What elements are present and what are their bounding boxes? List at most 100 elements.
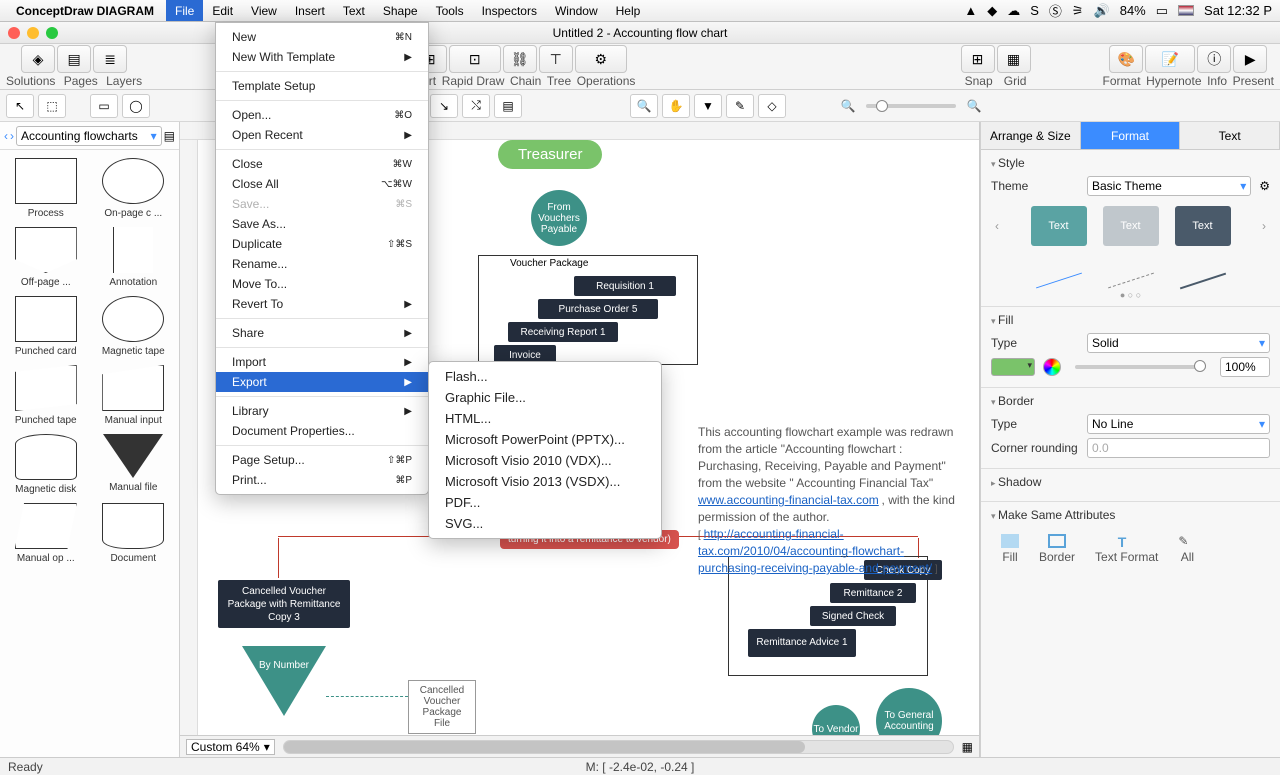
shape-receiving-report[interactable]: Receiving Report 1: [508, 322, 618, 342]
stencil-document[interactable]: Document: [92, 499, 176, 568]
tab-arrange[interactable]: Arrange & Size: [981, 122, 1081, 150]
menuitem-duplicate[interactable]: Duplicate⇧⌘S: [216, 234, 428, 254]
menu-help[interactable]: Help: [607, 0, 650, 21]
shape-remittance-advice[interactable]: Remittance Advice 1: [748, 629, 856, 657]
operations-button[interactable]: ⚙: [575, 45, 627, 73]
menuitem-share[interactable]: Share▶: [216, 323, 428, 343]
menuitem-print-[interactable]: Print...⌘P: [216, 470, 428, 490]
hscrollbar[interactable]: [283, 740, 954, 754]
search-tool[interactable]: 🔍: [630, 94, 658, 118]
library-select[interactable]: Accounting flowcharts▾: [16, 126, 162, 146]
connector-tool[interactable]: ↘: [430, 94, 458, 118]
rect-tool[interactable]: ▭: [90, 94, 118, 118]
menu-inspectors[interactable]: Inspectors: [473, 0, 546, 21]
menu-edit[interactable]: Edit: [203, 0, 242, 21]
shape-requisition[interactable]: Requisition 1: [574, 276, 676, 296]
menuitem-open-[interactable]: Open...⌘O: [216, 105, 428, 125]
lib-next[interactable]: ›: [10, 129, 14, 143]
stencil-manual-input[interactable]: Manual input: [92, 361, 176, 430]
lib-menu[interactable]: ▤: [164, 129, 175, 143]
theme-swatch[interactable]: Text: [1175, 206, 1231, 246]
arrow-style[interactable]: [1103, 256, 1159, 286]
arrow-style[interactable]: [1031, 256, 1087, 286]
menu-shape[interactable]: Shape: [374, 0, 427, 21]
shape-treasurer[interactable]: Treasurer: [498, 140, 602, 169]
export-svg-[interactable]: SVG...: [429, 513, 661, 534]
stencil-process[interactable]: Process: [4, 154, 88, 223]
lib-prev[interactable]: ‹: [4, 129, 8, 143]
shape-from-vouchers[interactable]: From Vouchers Payable: [531, 190, 587, 246]
theme-swatch[interactable]: Text: [1031, 206, 1087, 246]
shape-cancelled-voucher[interactable]: Cancelled Voucher Package with Remittanc…: [218, 580, 350, 628]
stamp-tool[interactable]: ▼: [694, 94, 722, 118]
zoom-in[interactable]: 🔍: [960, 94, 988, 118]
zoom-select[interactable]: Custom 64%▾: [186, 739, 275, 755]
zoom-slider[interactable]: [866, 104, 956, 108]
section-border[interactable]: Border: [991, 394, 1270, 408]
minimize-window[interactable]: [27, 27, 39, 39]
eraser-tool[interactable]: ◇: [758, 94, 786, 118]
tab-text[interactable]: Text: [1180, 122, 1280, 150]
menuitem-library[interactable]: Library▶: [216, 401, 428, 421]
menuitem-open-recent[interactable]: Open Recent▶: [216, 125, 428, 145]
menu-text[interactable]: Text: [334, 0, 374, 21]
menu-window[interactable]: Window: [546, 0, 607, 21]
pointer-tool[interactable]: ↖: [6, 94, 34, 118]
menuitem-move-to-[interactable]: Move To...: [216, 274, 428, 294]
export-html-[interactable]: HTML...: [429, 408, 661, 429]
hand-tool[interactable]: ✋: [662, 94, 690, 118]
make-same-text[interactable]: TText Format: [1095, 534, 1158, 564]
menu-tools[interactable]: Tools: [427, 0, 473, 21]
snap-button[interactable]: ⊞: [961, 45, 995, 73]
section-fill[interactable]: Fill: [991, 313, 1270, 327]
stencil-manual-op-[interactable]: Manual op ...: [4, 499, 88, 568]
shape-signed-check[interactable]: Signed Check: [810, 606, 896, 626]
menuitem-document-properties-[interactable]: Document Properties...: [216, 421, 428, 441]
menuitem-export[interactable]: Export▶: [216, 372, 428, 392]
layers-button[interactable]: ≣: [93, 45, 127, 73]
hypernote-button[interactable]: 📝: [1145, 45, 1195, 73]
stencil-manual-file[interactable]: Manual file: [92, 430, 176, 499]
tab-format[interactable]: Format: [1081, 122, 1181, 150]
shape-purchase-order[interactable]: Purchase Order 5: [538, 299, 658, 319]
opacity-input[interactable]: 100%: [1220, 357, 1270, 377]
rapid-draw-button[interactable]: ⊡: [449, 45, 501, 73]
pages-button[interactable]: ▤: [57, 45, 91, 73]
tree-button[interactable]: ⊤: [539, 45, 573, 73]
section-make-same[interactable]: Make Same Attributes: [991, 508, 1270, 522]
menuitem-new[interactable]: New⌘N: [216, 27, 428, 47]
swatch-next[interactable]: ›: [1258, 219, 1270, 233]
shape-remittance2[interactable]: Remittance 2: [830, 583, 916, 603]
make-same-fill[interactable]: Fill: [1001, 534, 1019, 564]
fill-color[interactable]: ▾: [991, 358, 1035, 376]
eyedropper-tool[interactable]: ✎: [726, 94, 754, 118]
corner-rounding-input[interactable]: 0.0: [1087, 438, 1270, 458]
text-tool[interactable]: ▤: [494, 94, 522, 118]
menu-file[interactable]: File: [166, 0, 203, 21]
stencil-punched-card[interactable]: Punched card: [4, 292, 88, 361]
close-window[interactable]: [8, 27, 20, 39]
fill-type-select[interactable]: Solid▾: [1087, 333, 1270, 353]
marquee-tool[interactable]: ⬚: [38, 94, 66, 118]
menuitem-close[interactable]: Close⌘W: [216, 154, 428, 174]
make-same-all[interactable]: ✎All: [1178, 534, 1196, 564]
note-link[interactable]: www.accounting-financial-tax.com: [698, 493, 879, 507]
zoom-out[interactable]: 🔍: [834, 94, 862, 118]
menuitem-import[interactable]: Import▶: [216, 352, 428, 372]
info-button[interactable]: ⓘ: [1197, 45, 1231, 73]
export-microsoft-visio-2013-vsdx-[interactable]: Microsoft Visio 2013 (VSDX)...: [429, 471, 661, 492]
menuitem-save-as-[interactable]: Save As...: [216, 214, 428, 234]
section-shadow[interactable]: Shadow: [991, 475, 1270, 489]
note-link2[interactable]: http://accounting-financial-tax.com/2010…: [698, 527, 932, 575]
grid-button[interactable]: ▦: [997, 45, 1031, 73]
arrow-style[interactable]: [1175, 256, 1231, 286]
stencil-punched-tape[interactable]: Punched tape: [4, 361, 88, 430]
view-mode-icon[interactable]: ▦: [962, 740, 973, 754]
export-graphic-file-[interactable]: Graphic File...: [429, 387, 661, 408]
export-microsoft-visio-2010-vdx-[interactable]: Microsoft Visio 2010 (VDX)...: [429, 450, 661, 471]
format-button[interactable]: 🎨: [1109, 45, 1143, 73]
chain-button[interactable]: ⛓: [503, 45, 537, 73]
menuitem-page-setup-[interactable]: Page Setup...⇧⌘P: [216, 450, 428, 470]
gear-icon[interactable]: ⚙: [1259, 179, 1270, 193]
stencil-on-page-c-[interactable]: On-page c ...: [92, 154, 176, 223]
